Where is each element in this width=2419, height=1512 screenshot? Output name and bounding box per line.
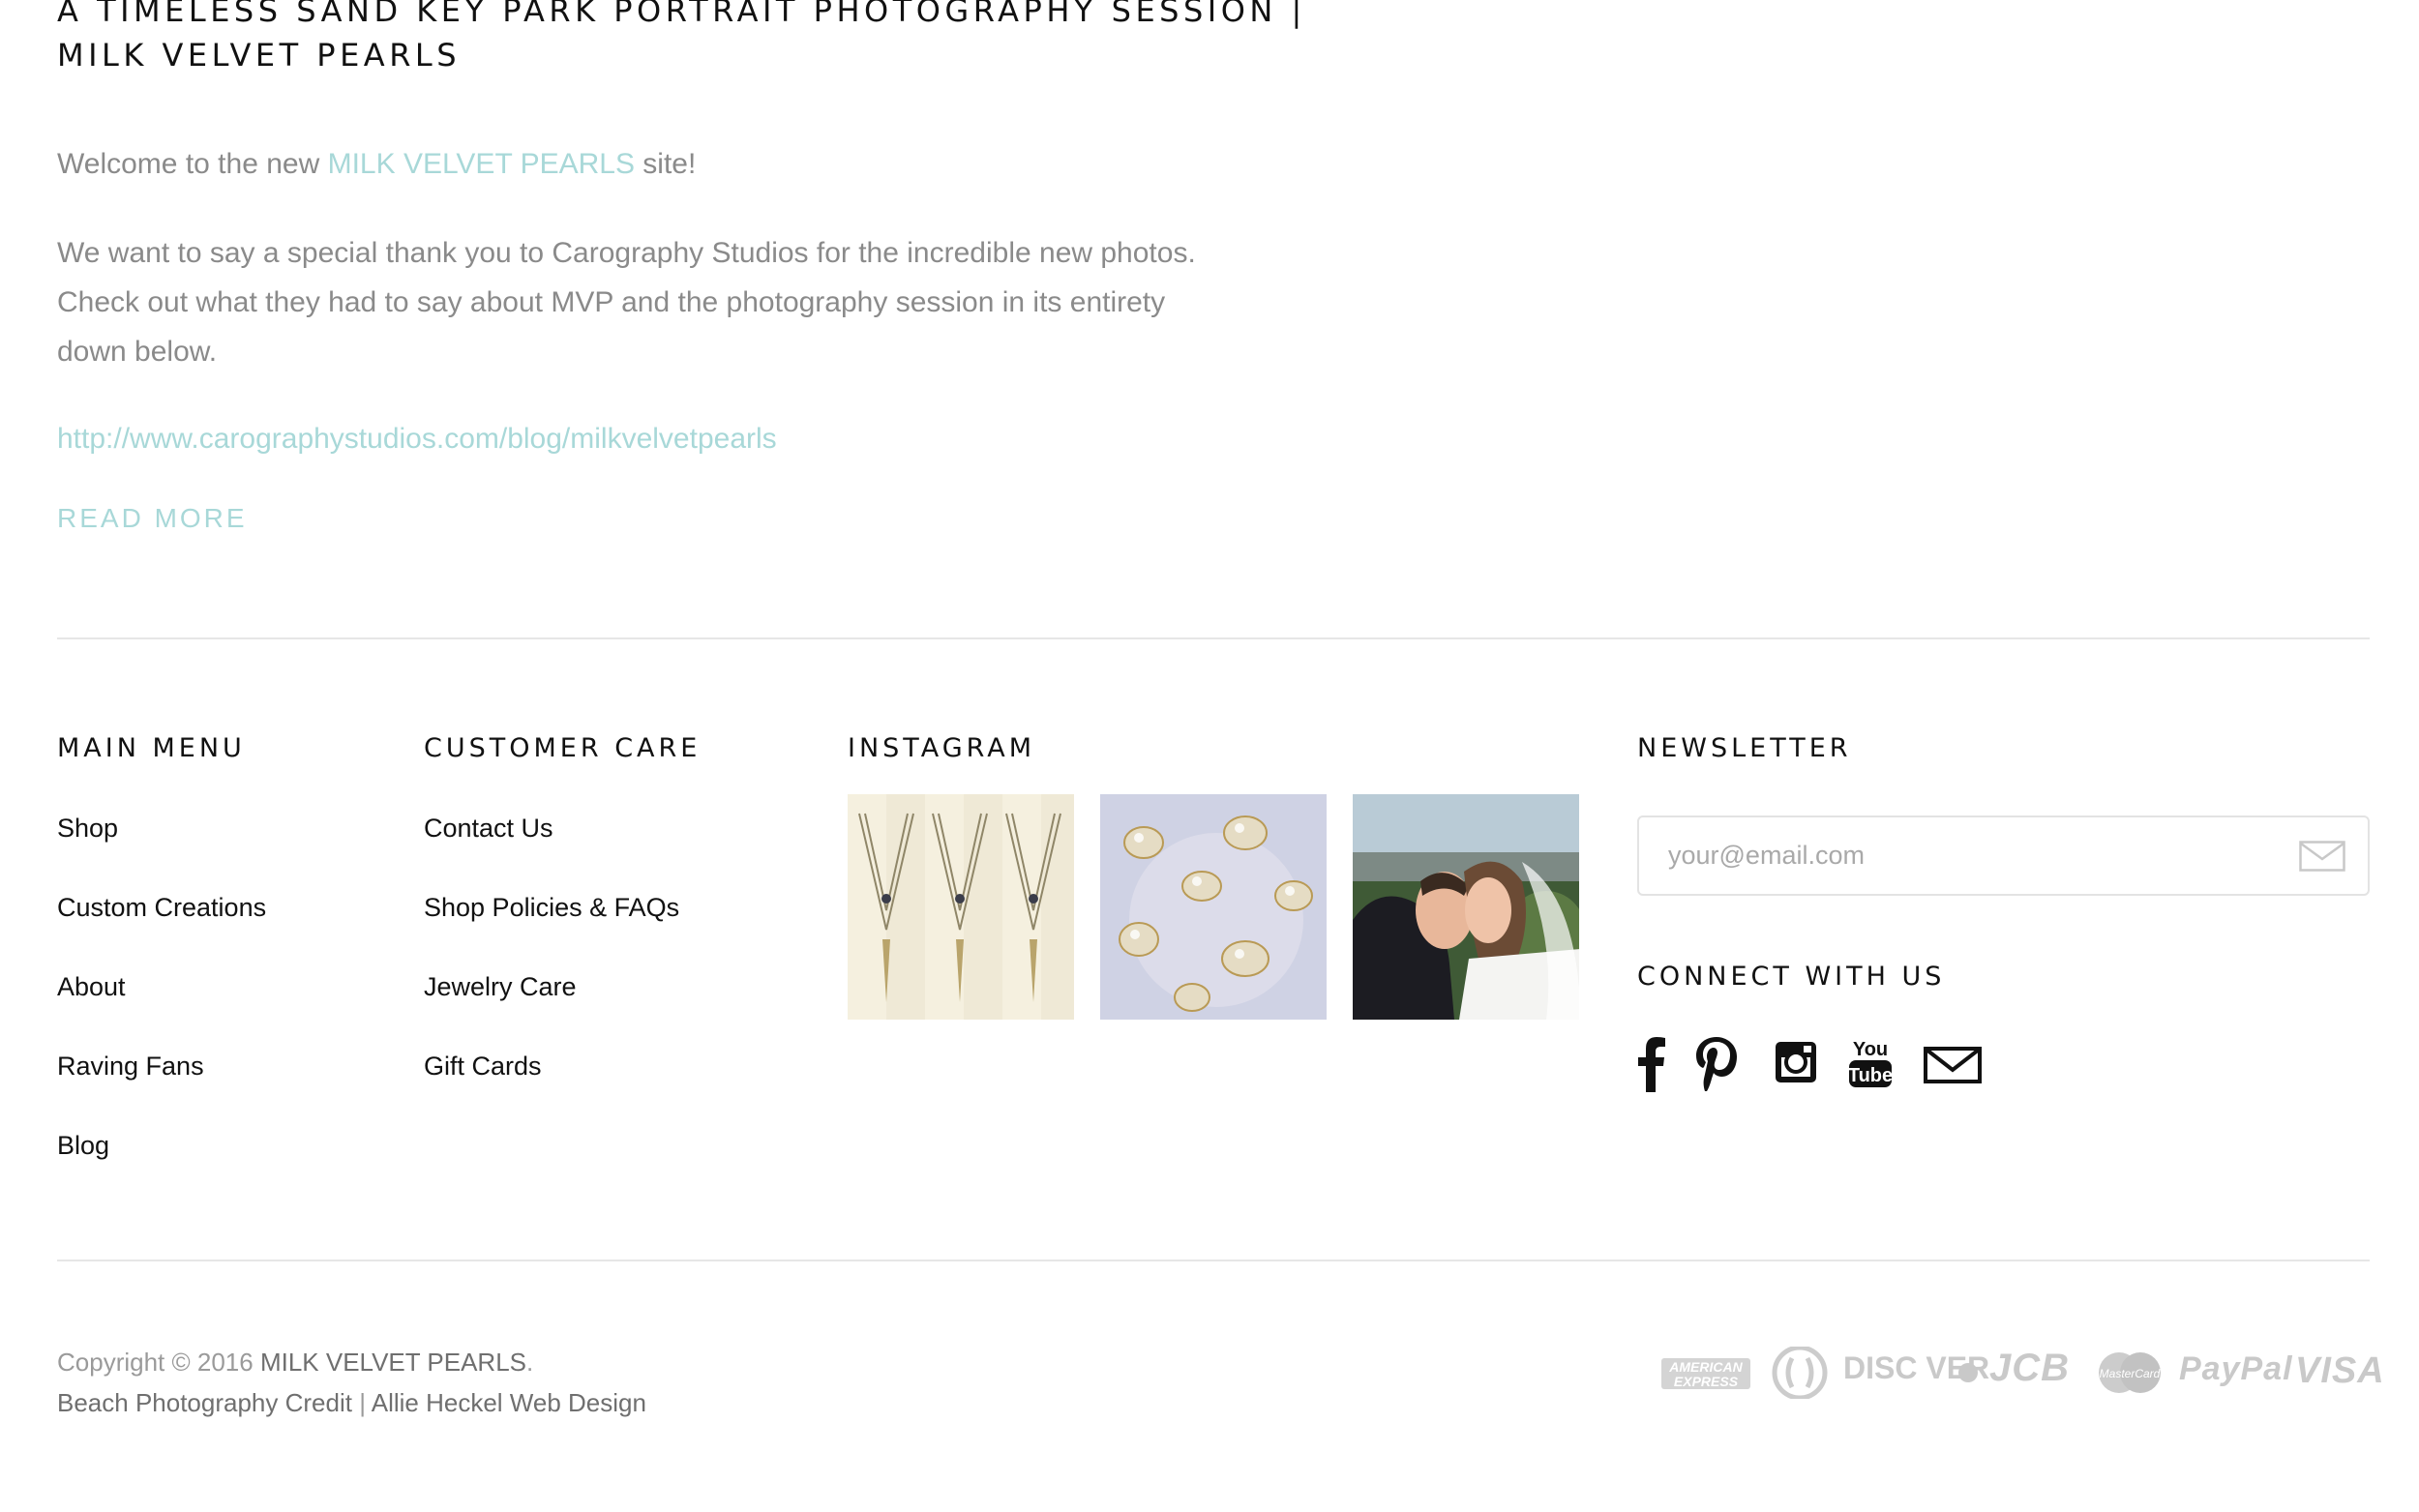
instagram-photo-pearls[interactable] [1100,794,1327,1020]
care-item-contact-us[interactable]: Contact Us [424,807,679,886]
main-menu-item-blog[interactable]: Blog [57,1124,266,1203]
visa-icon: VISA [2295,1350,2385,1391]
youtube-icon[interactable]: You Tube [1848,1034,1893,1092]
brand-link[interactable]: MILK VELVET PEARLS [328,148,635,180]
beach-photography-credit-link[interactable]: Beach Photography Credit [57,1388,352,1417]
amex-text-top: AMERICAN [1668,1359,1743,1375]
jcb-icon: JCB [1989,1347,2071,1389]
copyright-suffix: . [526,1348,534,1377]
footer-divider [57,1260,2370,1261]
divider [57,637,2370,639]
copyright-prefix: Copyright © 2016 [57,1348,260,1377]
instagram-photo-wedding[interactable] [1353,794,1579,1020]
welcome-paragraph: Welcome to the new MILK VELVET PEARLS si… [57,139,696,189]
instagram-photo-necklace[interactable] [848,794,1074,1020]
newsletter-heading: NEWSLETTER [1637,733,1852,763]
welcome-suffix: site! [634,148,697,180]
care-item-shop-policies[interactable]: Shop Policies & FAQs [424,886,679,965]
thanks-paragraph: We want to say a special thank you to Ca… [57,237,1196,368]
main-menu-heading: MAIN MENU [57,733,246,763]
credit-separator: | [351,1388,372,1417]
post-title[interactable]: A TIMELESS SAND KEY PARK PORTRAIT PHOTOG… [57,0,1306,77]
read-more-link[interactable]: READ MORE [57,503,248,534]
copyright-line: Copyright © 2016 MILK VELVET PEARLS. [57,1342,646,1382]
welcome-prefix: Welcome to the new [57,148,328,180]
pinterest-icon[interactable] [1693,1034,1740,1092]
main-menu-item-shop[interactable]: Shop [57,807,266,886]
post-title-line-1[interactable]: A TIMELESS SAND KEY PARK PORTRAIT PHOTOG… [57,0,1306,33]
instagram-icon[interactable] [1773,1034,1819,1092]
main-menu-item-about[interactable]: About [57,965,266,1045]
amex-text-bottom: EXPRESS [1674,1374,1739,1389]
main-menu-item-raving-fans[interactable]: Raving Fans [57,1045,266,1124]
customer-care-heading: CUSTOMER CARE [424,733,702,763]
carography-link[interactable]: http://www.carographystudios.com/blog/mi… [57,423,777,455]
youtube-icon-text-bottom: Tube [1848,1065,1893,1086]
care-item-jewelry-care[interactable]: Jewelry Care [424,965,679,1045]
youtube-icon-text-top: You [1853,1039,1888,1060]
paypal-icon: PayPal [2179,1350,2293,1387]
customer-care-list: Contact Us Shop Policies & FAQs Jewelry … [424,807,679,1124]
care-item-gift-cards[interactable]: Gift Cards [424,1045,679,1124]
web-design-credit-link[interactable]: Allie Heckel Web Design [372,1388,646,1417]
credit-line: Beach Photography Credit | Allie Heckel … [57,1382,646,1423]
main-menu-item-custom-creations[interactable]: Custom Creations [57,886,266,965]
post-title-line-2[interactable]: MILK VELVET PEARLS [57,33,1306,77]
discover-dot-icon [1958,1363,1978,1382]
newsletter-email-input[interactable] [1637,815,2370,896]
main-menu-list: Shop Custom Creations About Raving Fans … [57,807,266,1203]
copyright-block: Copyright © 2016 MILK VELVET PEARLS. Bea… [57,1342,646,1423]
diners-club-icon [1772,1347,1828,1399]
mastercard-text: MasterCard [2100,1367,2161,1380]
facebook-icon[interactable] [1635,1034,1666,1092]
mastercard-icon: MasterCard [2099,1352,2161,1393]
copyright-brand-link[interactable]: MILK VELVET PEARLS [260,1348,526,1377]
instagram-heading: INSTAGRAM [848,733,1036,763]
email-icon[interactable] [1924,1034,1982,1092]
connect-heading: CONNECT WITH US [1637,962,1946,992]
carography-link-paragraph: http://www.carographystudios.com/blog/mi… [57,414,777,463]
american-express-icon: AMERICAN EXPRESS [1661,1358,1750,1389]
newsletter-submit-icon[interactable] [2299,841,2345,872]
